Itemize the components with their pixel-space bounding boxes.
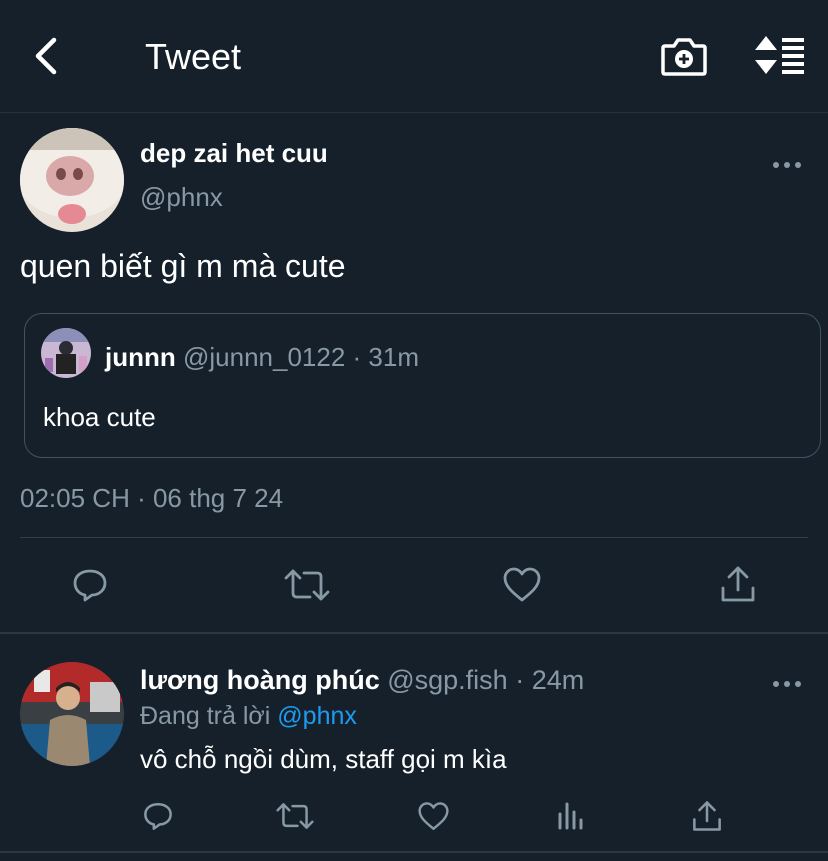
more-dots-icon <box>773 681 801 687</box>
person-avatar-image <box>41 328 91 378</box>
sort-list-icon <box>755 36 804 74</box>
retweet-icon <box>284 569 330 601</box>
reply-meta: lương hoàng phúc @sgp.fish · 24m <box>140 665 584 696</box>
camera-button[interactable] <box>660 34 708 78</box>
quoted-tweet[interactable]: junnn @junnn_0122 · 31m khoa cute <box>24 313 821 458</box>
back-button[interactable] <box>28 34 68 78</box>
quote-author-handle: @junnn_0122 <box>183 342 346 372</box>
share-icon <box>721 566 755 602</box>
share-icon <box>693 801 721 831</box>
top-bar: Tweet <box>0 0 828 113</box>
more-options-button[interactable] <box>772 157 802 168</box>
retweet-button[interactable] <box>284 567 330 608</box>
reply-text: vô chỗ ngồi dùm, staff gọi m kìa <box>140 744 507 774</box>
retweet-icon <box>276 803 314 829</box>
quote-avatar <box>41 328 91 378</box>
user-handle[interactable]: @phnx <box>140 182 223 213</box>
like-icon <box>418 802 449 830</box>
share-button[interactable] <box>719 564 757 609</box>
reply-icon <box>73 569 107 602</box>
chevron-left-icon <box>35 37 57 75</box>
reply-author-name[interactable]: lương hoàng phúc <box>140 665 380 695</box>
reply-button[interactable] <box>71 566 109 609</box>
display-name[interactable]: dep zai het cuu <box>140 138 328 169</box>
avatar[interactable] <box>20 128 124 232</box>
like-icon <box>503 567 541 602</box>
quote-text: khoa cute <box>43 402 156 432</box>
more-dots-icon <box>773 162 801 168</box>
reply-retweet-button[interactable] <box>276 801 314 836</box>
reply-share-button[interactable] <box>691 799 723 838</box>
like-button[interactable] <box>502 566 542 609</box>
tweet-text: quen biết gì m mà cute <box>20 248 346 284</box>
replying-to: Đang trả lời @phnx <box>140 702 357 731</box>
reply-reply-button[interactable] <box>142 800 174 837</box>
reply-analytics-button[interactable] <box>556 800 586 837</box>
section-separator <box>0 632 828 634</box>
divider <box>20 537 808 538</box>
tweet-timestamp: 02:05 CH · 06 thg 7 24 <box>20 483 284 513</box>
reply-time: · 24m <box>515 665 585 695</box>
hamster-avatar-image <box>20 128 124 232</box>
quote-author-name: junnn <box>105 342 176 372</box>
reply-like-button[interactable] <box>417 801 450 837</box>
person-avatar-image <box>20 662 124 766</box>
reply-avatar[interactable] <box>20 662 124 766</box>
reply-more-options-button[interactable] <box>772 676 802 687</box>
replying-to-prefix: Đang trả lời <box>140 702 271 730</box>
section-separator <box>0 851 828 853</box>
replying-to-link[interactable]: @phnx <box>277 702 357 730</box>
reply-icon <box>144 802 172 830</box>
reply-author-handle[interactable]: @sgp.fish <box>387 665 507 695</box>
sort-button[interactable] <box>752 32 806 80</box>
analytics-icon <box>558 802 583 830</box>
quote-time: · 31m <box>352 342 420 372</box>
page-title: Tweet <box>145 36 242 77</box>
quote-meta: junnn @junnn_0122 · 31m <box>105 342 419 373</box>
camera-plus-icon <box>661 38 707 76</box>
